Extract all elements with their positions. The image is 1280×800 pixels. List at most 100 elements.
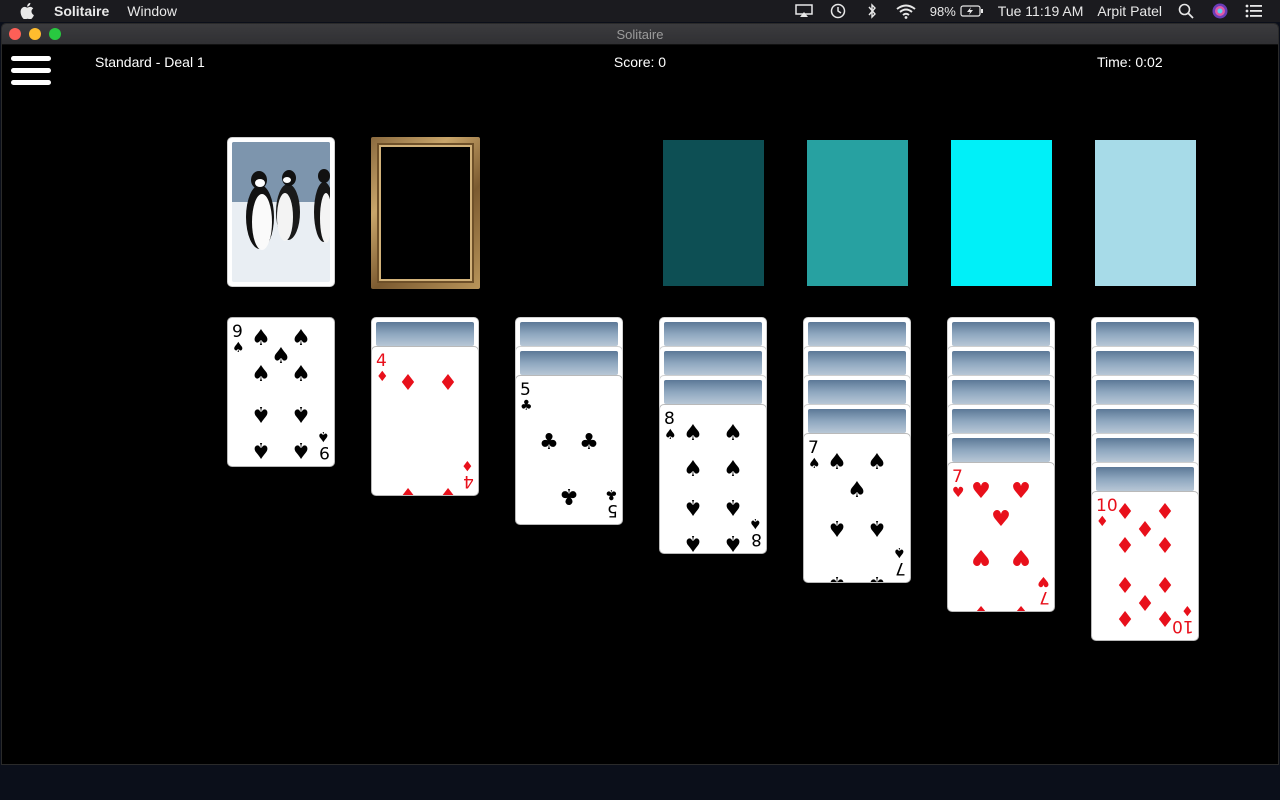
- card-pip-icon: ♥: [1010, 600, 1032, 611]
- user-name[interactable]: Arpit Patel: [1097, 3, 1162, 19]
- notification-center-icon[interactable]: [1244, 3, 1264, 19]
- card-pip-icon: ♦: [1115, 534, 1135, 559]
- card-pip-icon: ♠: [291, 326, 311, 351]
- card-pip-icon: ♠: [827, 450, 847, 475]
- card-pip-icon: ♦: [1155, 571, 1175, 596]
- card-rank: 7: [952, 467, 963, 487]
- card-suit-icon: ♠: [808, 456, 821, 472]
- card-suit-icon: ♣: [520, 398, 533, 414]
- tableau-card-1[interactable]: 9 ♠ 9 ♠ ♠ ♠ ♠ ♠ ♠ ♠ ♠ ♠ ♠: [227, 317, 335, 467]
- stock-pile[interactable]: [227, 137, 335, 287]
- card-pip-icon: ♥: [1011, 544, 1031, 569]
- card-pip-icon: ♥: [970, 600, 992, 611]
- card-pip-icon: ♠: [251, 362, 271, 387]
- card-pip-icon: ♠: [683, 494, 703, 519]
- tableau-card-7[interactable]: 10 ♦ 10 ♦ ♦ ♦ ♦ ♦ ♦ ♦ ♦ ♦ ♦ ♦: [1091, 491, 1199, 641]
- card-pip-icon: ♠: [251, 437, 271, 462]
- card-pip-icon: ♦: [398, 371, 418, 396]
- card-pip-icon: ♦: [398, 482, 418, 496]
- card-suit-icon: ♠: [232, 340, 245, 356]
- card-pip-icon: ♠: [723, 494, 743, 519]
- card-pip-icon: ♦: [1115, 571, 1135, 596]
- card-rank: 9: [319, 442, 330, 462]
- card-suit-icon: ♦: [461, 457, 474, 473]
- card-pip-icon: ♠: [847, 478, 867, 503]
- card-pip-icon: ♦: [1115, 605, 1135, 630]
- tableau-card-6[interactable]: 7♥7♥♥♥♥♥♥♥♥: [947, 462, 1055, 612]
- card-pip-icon: ♠: [867, 450, 887, 475]
- spotlight-icon[interactable]: [1176, 3, 1196, 19]
- card-pip-icon: ♠: [251, 401, 271, 426]
- card-pip-icon: ♠: [826, 571, 848, 582]
- card-suit-icon: ♠: [893, 544, 906, 560]
- card-rank: 8: [751, 529, 762, 549]
- card-pip-icon: ♥: [1011, 479, 1031, 504]
- card-suit-icon: ♦: [1096, 514, 1109, 530]
- foundation-1[interactable]: [663, 140, 764, 286]
- card-pip-icon: ♦: [1135, 518, 1155, 543]
- menu-bar: Solitaire Window 98% Tue 11:19 AM Arpit …: [0, 0, 1280, 22]
- card-pip-icon: ♠: [866, 571, 888, 582]
- card-pip-icon: ♠: [723, 457, 743, 482]
- airplay-icon[interactable]: [794, 3, 814, 19]
- wifi-icon[interactable]: [896, 3, 916, 19]
- title-bar[interactable]: Solitaire: [2, 24, 1278, 45]
- card-rank: 8: [664, 409, 675, 429]
- card-pip-icon: ♠: [827, 515, 847, 540]
- card-pip-icon: ♦: [1155, 534, 1175, 559]
- foundation-4[interactable]: [1095, 140, 1196, 286]
- card-suit-icon: ♠: [664, 427, 677, 443]
- time-label: Time: 0:02: [1097, 54, 1163, 70]
- window-title: Solitaire: [616, 27, 664, 42]
- tableau-card-3[interactable]: 5♣5♣♣♣♣♣♣: [515, 375, 623, 525]
- solitaire-window: Solitaire Standard - Deal 1 Score: 0 Tim…: [1, 23, 1279, 765]
- card-pip-icon: ♠: [723, 530, 743, 554]
- card-pip-icon: ♦: [1155, 605, 1175, 630]
- card-suit-icon: ♦: [376, 369, 389, 385]
- card-suit-icon: ♥: [952, 485, 965, 501]
- card-pip-icon: ♦: [1155, 500, 1175, 525]
- card-pip-icon: ♥: [971, 479, 991, 504]
- card-suit-icon: ♥: [1037, 573, 1050, 589]
- card-pip-icon: ♠: [723, 421, 743, 446]
- card-rank: 4: [376, 351, 387, 371]
- app-menu[interactable]: Solitaire: [54, 3, 109, 19]
- card-pip-icon: ♠: [251, 326, 271, 351]
- card-pip-icon: ♠: [867, 515, 887, 540]
- card-rank: 7: [1039, 587, 1050, 607]
- foundation-2[interactable]: [807, 140, 908, 286]
- apple-menu-icon[interactable]: [20, 3, 34, 19]
- card-pip-icon: ♣: [539, 430, 559, 455]
- bluetooth-icon[interactable]: [862, 3, 882, 19]
- card-pip-icon: ♠: [291, 401, 311, 426]
- tableau-card-5[interactable]: 7♠7♠♠♠♠♠♠♠♠: [803, 433, 911, 583]
- penguin-card-art: [232, 142, 330, 282]
- card-rank: 7: [895, 558, 906, 578]
- window-menu[interactable]: Window: [127, 3, 177, 19]
- battery-percentage[interactable]: 98%: [930, 4, 956, 19]
- battery-icon[interactable]: [960, 3, 984, 19]
- game-board: Standard - Deal 1 Score: 0 Time: 0:02 9 …: [2, 45, 1278, 764]
- card-rank: 9: [232, 322, 243, 342]
- card-pip-icon: ♠: [683, 530, 703, 554]
- card-suit-icon: ♦: [1181, 602, 1194, 618]
- time-machine-icon[interactable]: [828, 3, 848, 19]
- clock[interactable]: Tue 11:19 AM: [998, 3, 1084, 19]
- siri-icon[interactable]: [1210, 3, 1230, 19]
- card-suit-icon: ♠: [749, 515, 762, 531]
- card-rank: 7: [808, 438, 819, 458]
- card-pip-icon: ♠: [291, 362, 311, 387]
- card-pip-icon: ♥: [971, 544, 991, 569]
- card-pip-icon: ♠: [683, 457, 703, 482]
- waste-pile-slot[interactable]: [371, 137, 480, 289]
- score-label: Score: 0: [613, 54, 667, 70]
- card-pip-icon: ♦: [438, 482, 458, 496]
- card-pip-icon: ♦: [438, 371, 458, 396]
- card-pip-icon: ♦: [1115, 500, 1135, 525]
- card-suit-icon: ♣: [605, 486, 618, 502]
- card-pip-icon: ♠: [683, 421, 703, 446]
- tableau-card-4[interactable]: 8 ♠ 8 ♠ ♠ ♠ ♠ ♠ ♠ ♠ ♠ ♠: [659, 404, 767, 554]
- foundation-3[interactable]: [951, 140, 1052, 286]
- card-pip-icon: ♠: [291, 437, 311, 462]
- tableau-card-2[interactable]: 4 ♦ 4 ♦ ♦ ♦ ♦ ♦: [371, 346, 479, 496]
